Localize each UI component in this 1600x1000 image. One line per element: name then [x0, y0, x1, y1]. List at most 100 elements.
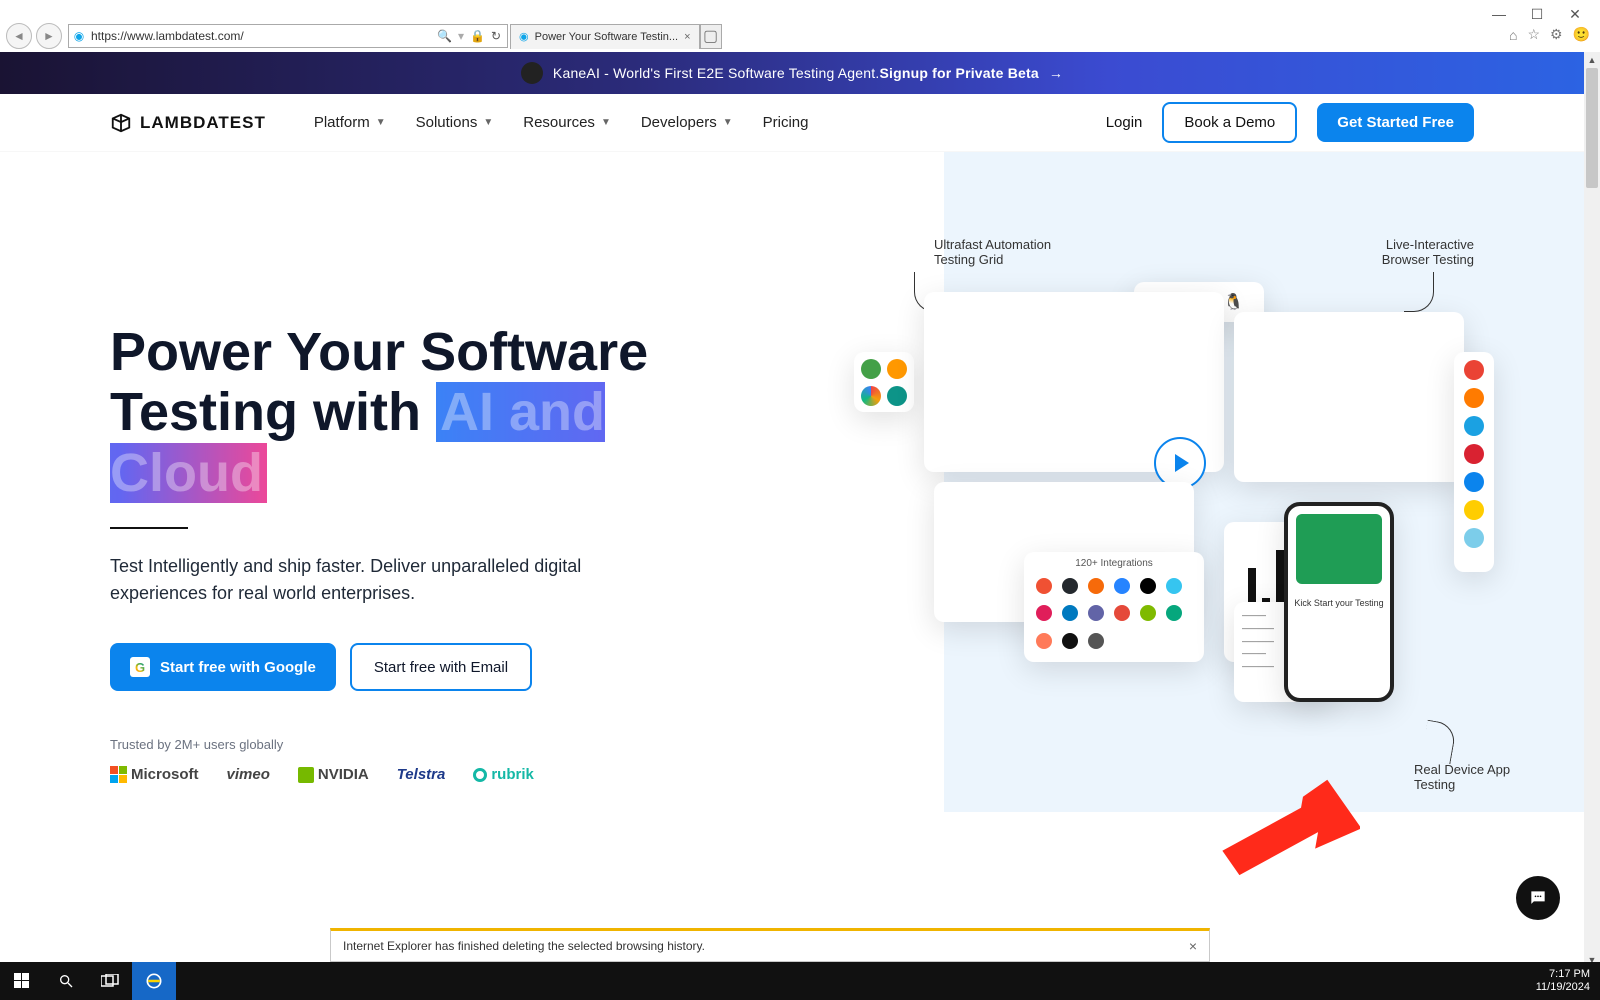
tab-close-icon[interactable]: ×: [684, 31, 690, 43]
integrations-title: 120+ Integrations: [1024, 558, 1204, 569]
intg-icon: [1114, 578, 1130, 594]
start-button[interactable]: [0, 962, 44, 1000]
home-icon[interactable]: ⌂: [1509, 27, 1517, 43]
browsers-card: [1454, 352, 1494, 572]
intg-icon: [1140, 578, 1156, 594]
logo-telstra: Telstra: [397, 766, 446, 783]
start-email-button[interactable]: Start free with Email: [350, 643, 532, 691]
scroll-thumb[interactable]: [1586, 68, 1598, 188]
nav-solutions[interactable]: Solutions▼: [416, 114, 494, 131]
intg-icon: [1088, 605, 1104, 621]
arrow-curve-icon: [1404, 272, 1434, 312]
task-view-button[interactable]: [88, 962, 132, 1000]
tools-icon[interactable]: ⚙: [1550, 26, 1563, 43]
favorites-icon[interactable]: ☆: [1527, 26, 1540, 43]
intg-icon: [1140, 605, 1156, 621]
tool-badge-card: [854, 352, 914, 412]
firefox-icon: [1464, 388, 1484, 408]
back-button[interactable]: ◄: [6, 23, 32, 49]
chevron-down-icon: ▼: [483, 117, 493, 128]
browser-tab[interactable]: ◉ Power Your Software Testin... ×: [510, 24, 700, 49]
logo-nvidia: NVIDIA: [298, 766, 369, 783]
divider: [110, 527, 188, 529]
url-input[interactable]: [89, 29, 431, 43]
window-minimize[interactable]: —: [1492, 7, 1506, 21]
logo-vimeo: vimeo: [227, 766, 270, 783]
intg-icon: [1036, 578, 1052, 594]
selenium-icon: [861, 359, 881, 379]
task-view-icon: [101, 974, 119, 988]
tab-title: Power Your Software Testin...: [535, 31, 679, 43]
vertical-scrollbar[interactable]: ▲ ▼: [1584, 52, 1600, 968]
intg-icon: [1166, 578, 1182, 594]
opera-icon: [1464, 444, 1484, 464]
integrations-card: 120+ Integrations: [1024, 552, 1204, 662]
nav-resources[interactable]: Resources▼: [523, 114, 611, 131]
playwright-icon: [861, 386, 881, 406]
arrow-curve-icon: [1421, 720, 1457, 765]
forward-button[interactable]: ►: [36, 23, 62, 49]
logo-microsoft: Microsoft: [110, 766, 199, 783]
announcement-bar[interactable]: KaneAI - World's First E2E Software Test…: [0, 52, 1584, 94]
taskbar-ie-button[interactable]: [132, 962, 176, 1000]
logo-text: LAMBDATEST: [140, 113, 266, 133]
nav-developers[interactable]: Developers▼: [641, 114, 733, 131]
logo-rubrik: rubrik: [473, 766, 534, 783]
arrow-right-icon: →: [1049, 65, 1063, 81]
annotation-arrow-icon: [1220, 760, 1360, 900]
refresh-icon[interactable]: ↻: [491, 29, 501, 43]
feedback-icon[interactable]: 🙂: [1573, 26, 1590, 43]
announcement-cta[interactable]: Signup for Private Beta: [879, 65, 1038, 81]
announcement-text: KaneAI - World's First E2E Software Test…: [553, 65, 880, 81]
windows-taskbar: 7:17 PM 11/19/2024: [0, 962, 1600, 1000]
site-header: LAMBDATEST Platform▼ Solutions▼ Resource…: [0, 94, 1584, 152]
notification-close-icon[interactable]: ×: [1189, 938, 1197, 954]
ie-notification-bar: Internet Explorer has finished deleting …: [330, 928, 1210, 962]
ie-icon: [144, 971, 164, 991]
clock-date: 11/19/2024: [1536, 981, 1590, 994]
get-started-button[interactable]: Get Started Free: [1317, 103, 1474, 142]
hero-heading: Power Your Software Testing with AI and …: [110, 322, 710, 503]
book-demo-button[interactable]: Book a Demo: [1162, 102, 1297, 143]
intg-icon: [1062, 578, 1078, 594]
windows-icon: [14, 973, 30, 989]
search-icon: [58, 973, 74, 989]
address-bar[interactable]: ◉ 🔍 ▾ 🔒 ↻: [68, 24, 508, 48]
intg-icon: [1062, 605, 1078, 621]
safari-icon: [1464, 472, 1484, 492]
search-icon[interactable]: 🔍: [437, 29, 452, 43]
window-close[interactable]: ✕: [1568, 7, 1582, 21]
browser-toolbar: ◄ ► ◉ 🔍 ▾ 🔒 ↻ ◉ Power Your Software Test…: [0, 22, 1600, 50]
chevron-down-icon: ▼: [376, 117, 386, 128]
hero-illustration: Ultrafast Automation Testing Grid Live-I…: [854, 272, 1464, 732]
clock-time: 7:17 PM: [1536, 968, 1590, 981]
start-google-button[interactable]: G Start free with Google: [110, 643, 336, 691]
site-favicon: ◉: [69, 29, 89, 43]
chevron-down-icon: ▼: [601, 117, 611, 128]
yandex-icon: [1464, 500, 1484, 520]
trust-logos: Microsoft vimeo NVIDIA Telstra rubrik: [110, 766, 710, 783]
nav-platform[interactable]: Platform▼: [314, 114, 386, 131]
phone-text: Kick Start your Testing: [1288, 592, 1390, 614]
brand-logo[interactable]: LAMBDATEST: [110, 112, 266, 134]
chrome-icon: [1464, 360, 1484, 380]
hero-lead: Test Intelligently and ship faster. Deli…: [110, 553, 590, 607]
intg-icon: [1036, 605, 1052, 621]
intg-icon: [1088, 578, 1104, 594]
taskbar-search-button[interactable]: [44, 962, 88, 1000]
chat-icon: [1528, 888, 1548, 908]
new-tab-button[interactable]: ▢: [700, 24, 722, 49]
window-maximize[interactable]: ☐: [1530, 7, 1544, 21]
notification-text: Internet Explorer has finished deleting …: [343, 939, 705, 953]
intg-icon: [1036, 633, 1052, 649]
phone-mockup: Kick Start your Testing: [1284, 502, 1394, 702]
logo-mark-icon: [110, 112, 132, 134]
nav-pricing[interactable]: Pricing: [763, 114, 809, 131]
login-link[interactable]: Login: [1106, 114, 1143, 131]
scroll-up-icon[interactable]: ▲: [1584, 52, 1600, 68]
bolt-icon: [887, 359, 907, 379]
dashboard-panel-2: [1234, 312, 1464, 482]
chat-widget-button[interactable]: [1516, 876, 1560, 920]
trusted-text: Trusted by 2M+ users globally: [110, 737, 710, 752]
google-icon: G: [130, 657, 150, 677]
